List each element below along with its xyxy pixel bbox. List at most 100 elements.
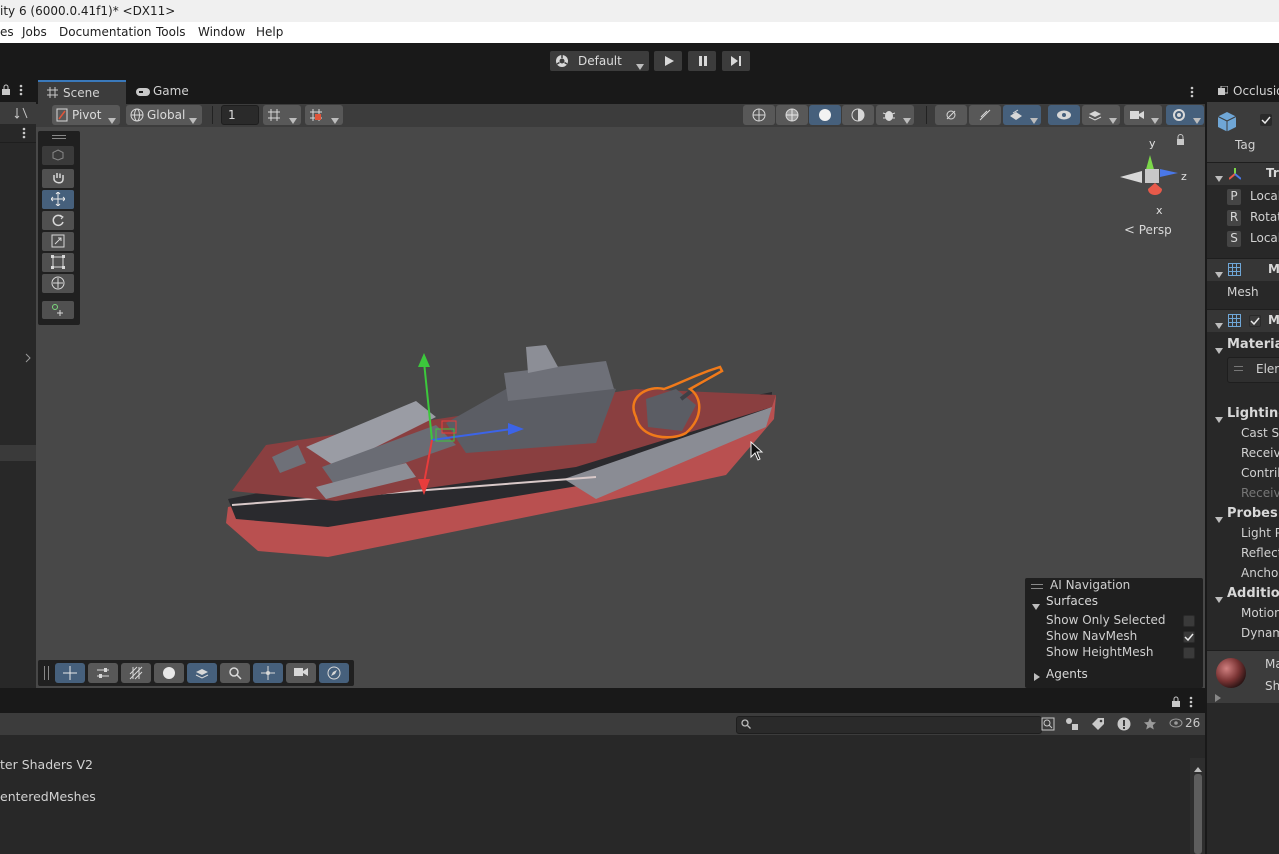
more-menu-icon[interactable] <box>19 84 23 96</box>
inspector-object-header: Tag <box>1207 102 1279 164</box>
play-icon <box>663 55 675 67</box>
material-shader-label: Sha <box>1265 679 1279 693</box>
more-menu-icon[interactable] <box>22 127 26 142</box>
step-button[interactable] <box>722 51 750 71</box>
play-button[interactable] <box>654 51 682 71</box>
overlay-compass-button[interactable] <box>319 663 349 683</box>
overlay-grid-button[interactable] <box>121 663 151 683</box>
snap-increment-dropdown[interactable] <box>305 105 343 125</box>
move-tool[interactable] <box>42 190 74 209</box>
visibility-icon[interactable] <box>1169 718 1183 728</box>
mesh-filter-header[interactable]: M <box>1207 258 1279 281</box>
overlay-sphere-button[interactable] <box>154 663 184 683</box>
console-search-input[interactable] <box>736 716 1042 734</box>
drag-handle[interactable] <box>1031 584 1043 589</box>
transform-tool[interactable] <box>42 274 74 293</box>
menu-item-tools[interactable]: Tools <box>156 25 186 39</box>
scene-viewport[interactable]: y z x < Persp AI Navigation Surfaces Sho… <box>36 127 1205 688</box>
scale-tool[interactable] <box>42 232 74 251</box>
visibility-button[interactable] <box>1048 105 1080 125</box>
overlay-move-button[interactable] <box>55 663 85 683</box>
audio-toggle-button[interactable] <box>969 105 1001 125</box>
console-line[interactable]: ter Shaders V2 <box>0 757 93 772</box>
menu-item-es[interactable]: es <box>0 25 14 39</box>
menu-item-jobs[interactable]: Jobs <box>22 25 47 39</box>
transform-header[interactable]: Tr <box>1207 162 1279 185</box>
grid-size-input[interactable]: 1 <box>221 105 259 125</box>
custom-tool[interactable] <box>42 301 74 319</box>
console-line[interactable]: enteredMeshes <box>0 789 96 804</box>
lock-icon[interactable] <box>1 84 11 96</box>
gizmos-dropdown[interactable] <box>1166 105 1204 125</box>
hierarchy-selected-row[interactable] <box>0 445 36 461</box>
unlit-button[interactable] <box>842 105 874 125</box>
chevron-up-icon[interactable] <box>1194 761 1202 775</box>
material-sphere-icon <box>1215 657 1247 689</box>
layout-dropdown[interactable]: Default <box>550 51 649 71</box>
hand-tool[interactable] <box>42 169 74 188</box>
position-label: Local <box>1250 189 1279 203</box>
scale-label: Local <box>1250 231 1279 245</box>
shaded-wireframe-button[interactable] <box>776 105 808 125</box>
gameobject-cube-icon <box>1215 110 1239 134</box>
chevron-right-icon[interactable] <box>1215 691 1221 705</box>
menu-item-help[interactable]: Help <box>256 25 283 39</box>
menu-item-window[interactable]: Window <box>198 25 245 39</box>
2d-toggle-button[interactable] <box>935 105 967 125</box>
projection-toggle[interactable]: < Persp <box>1124 223 1172 238</box>
layers-dropdown[interactable] <box>1082 105 1120 125</box>
mesh-renderer-enabled-checkbox[interactable] <box>1249 315 1261 327</box>
drag-handle[interactable] <box>44 666 49 680</box>
overlay-settings-button[interactable] <box>88 663 118 683</box>
tab-scene[interactable]: Scene <box>38 80 126 104</box>
chevron-down-icon <box>189 113 197 127</box>
pause-button[interactable] <box>688 51 716 71</box>
active-checkbox[interactable] <box>1260 114 1272 126</box>
search-by-type-icon[interactable] <box>1041 717 1055 731</box>
step-icon <box>730 55 742 67</box>
view-cube-tool[interactable] <box>42 146 74 165</box>
overlay-camera-button[interactable] <box>286 663 316 683</box>
material-element-row[interactable]: Elem <box>1227 357 1279 383</box>
menu-item-documentation[interactable]: Documentation <box>59 25 152 39</box>
tag-icon[interactable] <box>1091 717 1105 731</box>
sort-icon[interactable] <box>14 106 28 120</box>
overlay-layers-button[interactable] <box>187 663 217 683</box>
star-icon[interactable] <box>1143 717 1157 731</box>
debug-dropdown[interactable] <box>876 105 914 125</box>
camera-dropdown[interactable] <box>1124 105 1162 125</box>
transform-axes-icon <box>1229 168 1241 180</box>
lock-icon[interactable] <box>1171 696 1181 708</box>
warning-filter-icon[interactable] <box>1117 717 1131 731</box>
wireframe-button[interactable] <box>743 105 775 125</box>
effects-dropdown[interactable] <box>1003 105 1041 125</box>
drag-handle[interactable] <box>52 135 66 139</box>
global-dropdown[interactable]: Global <box>126 105 202 125</box>
rotate-tool[interactable] <box>42 211 74 230</box>
orientation-gizmo[interactable]: y z x < Persp <box>1112 133 1198 243</box>
tab-occlusion-label[interactable]: Occlusio <box>1233 84 1279 98</box>
overlay-nodes-button[interactable] <box>253 663 283 683</box>
projection-label: Persp <box>1138 223 1172 237</box>
more-menu-icon[interactable] <box>1189 696 1193 708</box>
tag-label: Tag <box>1235 138 1256 152</box>
pivot-dropdown[interactable]: Pivot <box>52 105 120 125</box>
more-menu-icon[interactable] <box>1190 86 1194 98</box>
drag-handle[interactable] <box>1234 366 1243 371</box>
material-preview-header[interactable]: Ma Sha <box>1207 650 1279 703</box>
layers-icon <box>195 666 209 680</box>
grid-snap-dropdown[interactable] <box>263 105 301 125</box>
console-scrollbar[interactable] <box>1190 758 1205 854</box>
scrollbar-thumb[interactable] <box>1194 774 1202 854</box>
mesh-grid-icon <box>1228 263 1241 276</box>
rect-tool[interactable] <box>42 253 74 272</box>
chevron-right-icon[interactable] <box>24 352 32 366</box>
overlay-search-button[interactable] <box>220 663 250 683</box>
mesh-renderer-header[interactable]: M <box>1207 309 1279 332</box>
show-navmesh-checkbox[interactable] <box>1183 631 1195 643</box>
show-heightmesh-checkbox[interactable] <box>1183 647 1195 659</box>
shaded-button[interactable] <box>809 105 841 125</box>
tab-game[interactable]: Game <box>128 82 198 106</box>
filter-type-icon[interactable] <box>1065 717 1079 731</box>
show-only-selected-checkbox[interactable] <box>1183 615 1195 627</box>
